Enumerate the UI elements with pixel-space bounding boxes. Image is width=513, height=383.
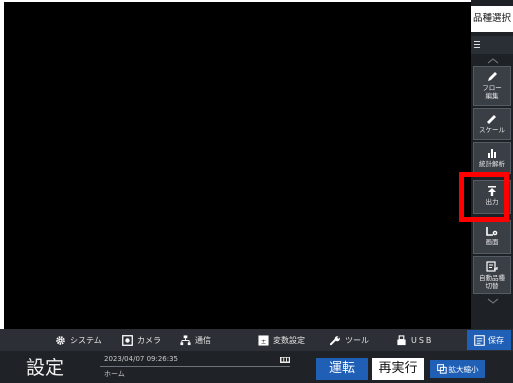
scale-label: スケール bbox=[479, 126, 505, 134]
auto-switch-icon bbox=[486, 261, 498, 272]
scroll-down-icon[interactable] bbox=[479, 296, 507, 306]
usb-label: USB bbox=[411, 335, 434, 345]
tool-label: ツール bbox=[345, 335, 369, 345]
camera-image-view[interactable] bbox=[4, 2, 471, 329]
camera-label: カメラ bbox=[137, 335, 161, 345]
statistics-label: 統計解析 bbox=[479, 160, 505, 168]
tool-menu[interactable]: ツール bbox=[330, 329, 369, 351]
save-icon bbox=[474, 334, 485, 346]
variable-icon: ± bbox=[258, 334, 269, 346]
datetime-text: 2023/04/07 09:26:35 bbox=[104, 355, 179, 363]
flow-edit-button[interactable]: フロー 編集 bbox=[473, 66, 511, 106]
gear-icon bbox=[56, 335, 65, 345]
pencil-icon bbox=[488, 72, 497, 81]
panel-menu-bar[interactable] bbox=[471, 36, 513, 54]
rerun-button[interactable]: 再実行 bbox=[372, 358, 424, 380]
bar-chart-icon bbox=[488, 149, 496, 158]
run-button[interactable]: 運転 bbox=[316, 358, 368, 380]
zoom-button[interactable]: 拡大縮小 bbox=[430, 360, 485, 378]
screen-settings-icon bbox=[486, 227, 498, 236]
zoom-label: 拡大縮小 bbox=[448, 364, 479, 374]
network-icon bbox=[180, 334, 191, 345]
screen-button[interactable]: 画面 bbox=[473, 220, 511, 254]
ruler-icon bbox=[487, 115, 496, 124]
output-button[interactable]: 出力 bbox=[473, 180, 511, 214]
variable-settings-menu[interactable]: ± 変数設定 bbox=[258, 329, 305, 351]
mode-title: 設定 bbox=[26, 357, 65, 379]
variable-settings-label: 変数設定 bbox=[273, 335, 305, 345]
save-label: 保存 bbox=[488, 335, 504, 345]
usb-icon bbox=[397, 334, 406, 345]
product-select-button[interactable]: 品種選択 bbox=[471, 6, 513, 32]
auto-product-switch-button[interactable]: 自動品種 切替 bbox=[473, 256, 511, 294]
statistics-button[interactable]: 統計解析 bbox=[473, 142, 511, 174]
svg-text:±: ± bbox=[261, 337, 266, 345]
output-label: 出力 bbox=[485, 198, 499, 206]
memory-card-icon: ▮▮▮ bbox=[280, 357, 291, 363]
camera-icon bbox=[122, 334, 133, 346]
camera-menu[interactable]: カメラ bbox=[122, 329, 161, 351]
upload-icon bbox=[488, 186, 496, 196]
zoom-icon bbox=[436, 364, 447, 374]
scroll-up-icon[interactable] bbox=[479, 56, 507, 66]
status-info: 2023/04/07 09:26:35 ホーム ▮▮▮ bbox=[90, 354, 295, 380]
system-menu[interactable]: システム bbox=[55, 329, 102, 351]
communication-label: 通信 bbox=[195, 335, 211, 345]
wrench-icon bbox=[330, 335, 340, 345]
save-button[interactable]: 保存 bbox=[467, 330, 511, 350]
menu-icon[interactable] bbox=[474, 41, 480, 49]
flow-edit-label: フロー 編集 bbox=[482, 84, 502, 100]
status-divider bbox=[100, 366, 290, 367]
screen-name-text: ホーム bbox=[104, 370, 125, 378]
scale-button[interactable]: スケール bbox=[473, 108, 511, 140]
auto-product-switch-label: 自動品種 切替 bbox=[479, 274, 505, 290]
communication-menu[interactable]: 通信 bbox=[180, 329, 211, 351]
bottom-toolbar: システム カメラ 通信 ± 変数設定 ツール USB 保存 bbox=[0, 329, 513, 351]
system-label: システム bbox=[70, 335, 102, 345]
screen-label: 画面 bbox=[485, 238, 499, 246]
usb-menu[interactable]: USB bbox=[396, 329, 433, 351]
